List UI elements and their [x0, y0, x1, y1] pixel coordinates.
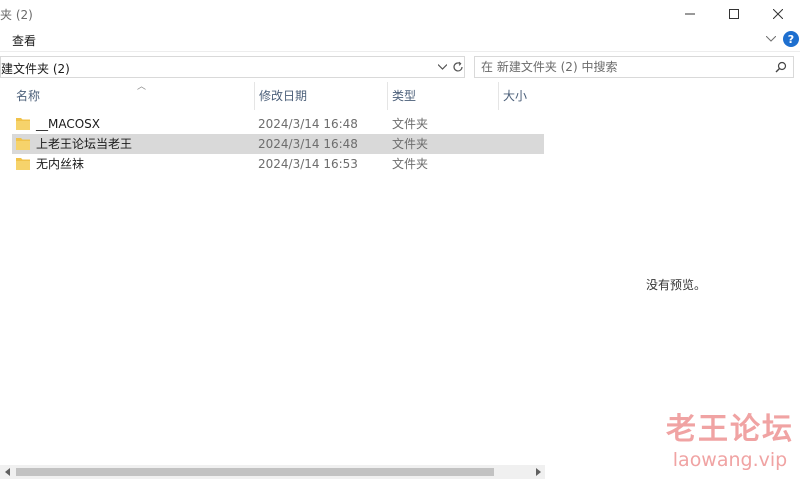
column-size-label: 大小: [503, 89, 528, 103]
ribbon: 查看 ?: [0, 28, 800, 52]
scroll-thumb[interactable]: [16, 468, 494, 476]
scroll-right-button[interactable]: [531, 465, 545, 479]
chevron-down-icon: [437, 64, 447, 70]
title-bar: 夹 (2): [0, 0, 800, 28]
file-date: 2024/3/14 16:48: [258, 137, 358, 151]
folder-icon: [16, 138, 30, 150]
file-date: 2024/3/14 16:53: [258, 157, 358, 171]
minimize-button[interactable]: [668, 0, 712, 28]
file-date: 2024/3/14 16:48: [258, 117, 358, 131]
column-name[interactable]: 名称 ︿: [12, 82, 252, 110]
watermark-url: laowang.vip: [672, 449, 788, 471]
tab-view[interactable]: 查看: [12, 32, 36, 49]
address-history-button[interactable]: [435, 57, 449, 77]
refresh-icon: [453, 61, 463, 72]
sort-ascending-icon: ︿: [137, 82, 147, 92]
folder-icon: [16, 158, 30, 170]
preview-message: 没有预览。: [646, 278, 707, 292]
maximize-button[interactable]: [712, 0, 756, 28]
search-box[interactable]: [474, 56, 794, 78]
close-icon: [773, 9, 783, 19]
folder-icon: [16, 118, 30, 130]
file-type: 文件夹: [392, 137, 429, 151]
column-date-modified[interactable]: 修改日期: [254, 82, 386, 110]
file-name: __MACOSX: [36, 117, 101, 131]
file-type: 文件夹: [392, 157, 429, 171]
column-type[interactable]: 类型: [387, 82, 497, 110]
file-row[interactable]: 上老王论坛当老王 2024/3/14 16:48 文件夹: [12, 134, 544, 154]
close-button[interactable]: [756, 0, 800, 28]
chevron-right-icon: [535, 468, 541, 476]
watermark: 老王论坛 laowang.vip: [660, 412, 800, 472]
watermark-title: 老王论坛: [666, 412, 794, 447]
window-title: 夹 (2): [0, 8, 33, 22]
horizontal-scrollbar[interactable]: [0, 465, 545, 479]
scroll-left-button[interactable]: [0, 465, 14, 479]
column-size[interactable]: 大小: [498, 82, 545, 110]
search-input[interactable]: [481, 59, 771, 75]
file-row[interactable]: __MACOSX 2024/3/14 16:48 文件夹: [12, 114, 544, 134]
file-name: 上老王论坛当老王: [36, 137, 133, 151]
column-header: 名称 ︿ 修改日期 类型 大小: [0, 82, 545, 110]
address-path: 建文件夹 (2): [1, 62, 70, 76]
file-name: 无内丝袜: [36, 157, 85, 171]
file-list: __MACOSX 2024/3/14 16:48 文件夹 上老王论坛当老王 20…: [12, 114, 544, 174]
expand-ribbon-button[interactable]: [764, 32, 778, 46]
maximize-icon: [729, 9, 739, 19]
file-row[interactable]: 无内丝袜 2024/3/14 16:53 文件夹: [12, 154, 544, 174]
file-type: 文件夹: [392, 117, 429, 131]
address-bar[interactable]: 建文件夹 (2): [0, 56, 465, 78]
column-date-label: 修改日期: [259, 89, 308, 103]
column-name-label: 名称: [16, 89, 41, 103]
chevron-down-icon: [766, 36, 776, 42]
search-icon[interactable]: [773, 59, 789, 75]
help-icon[interactable]: ?: [783, 31, 799, 47]
chevron-left-icon: [4, 468, 10, 476]
minimize-icon: [685, 13, 695, 15]
refresh-button[interactable]: [451, 57, 465, 77]
column-type-label: 类型: [392, 89, 417, 103]
